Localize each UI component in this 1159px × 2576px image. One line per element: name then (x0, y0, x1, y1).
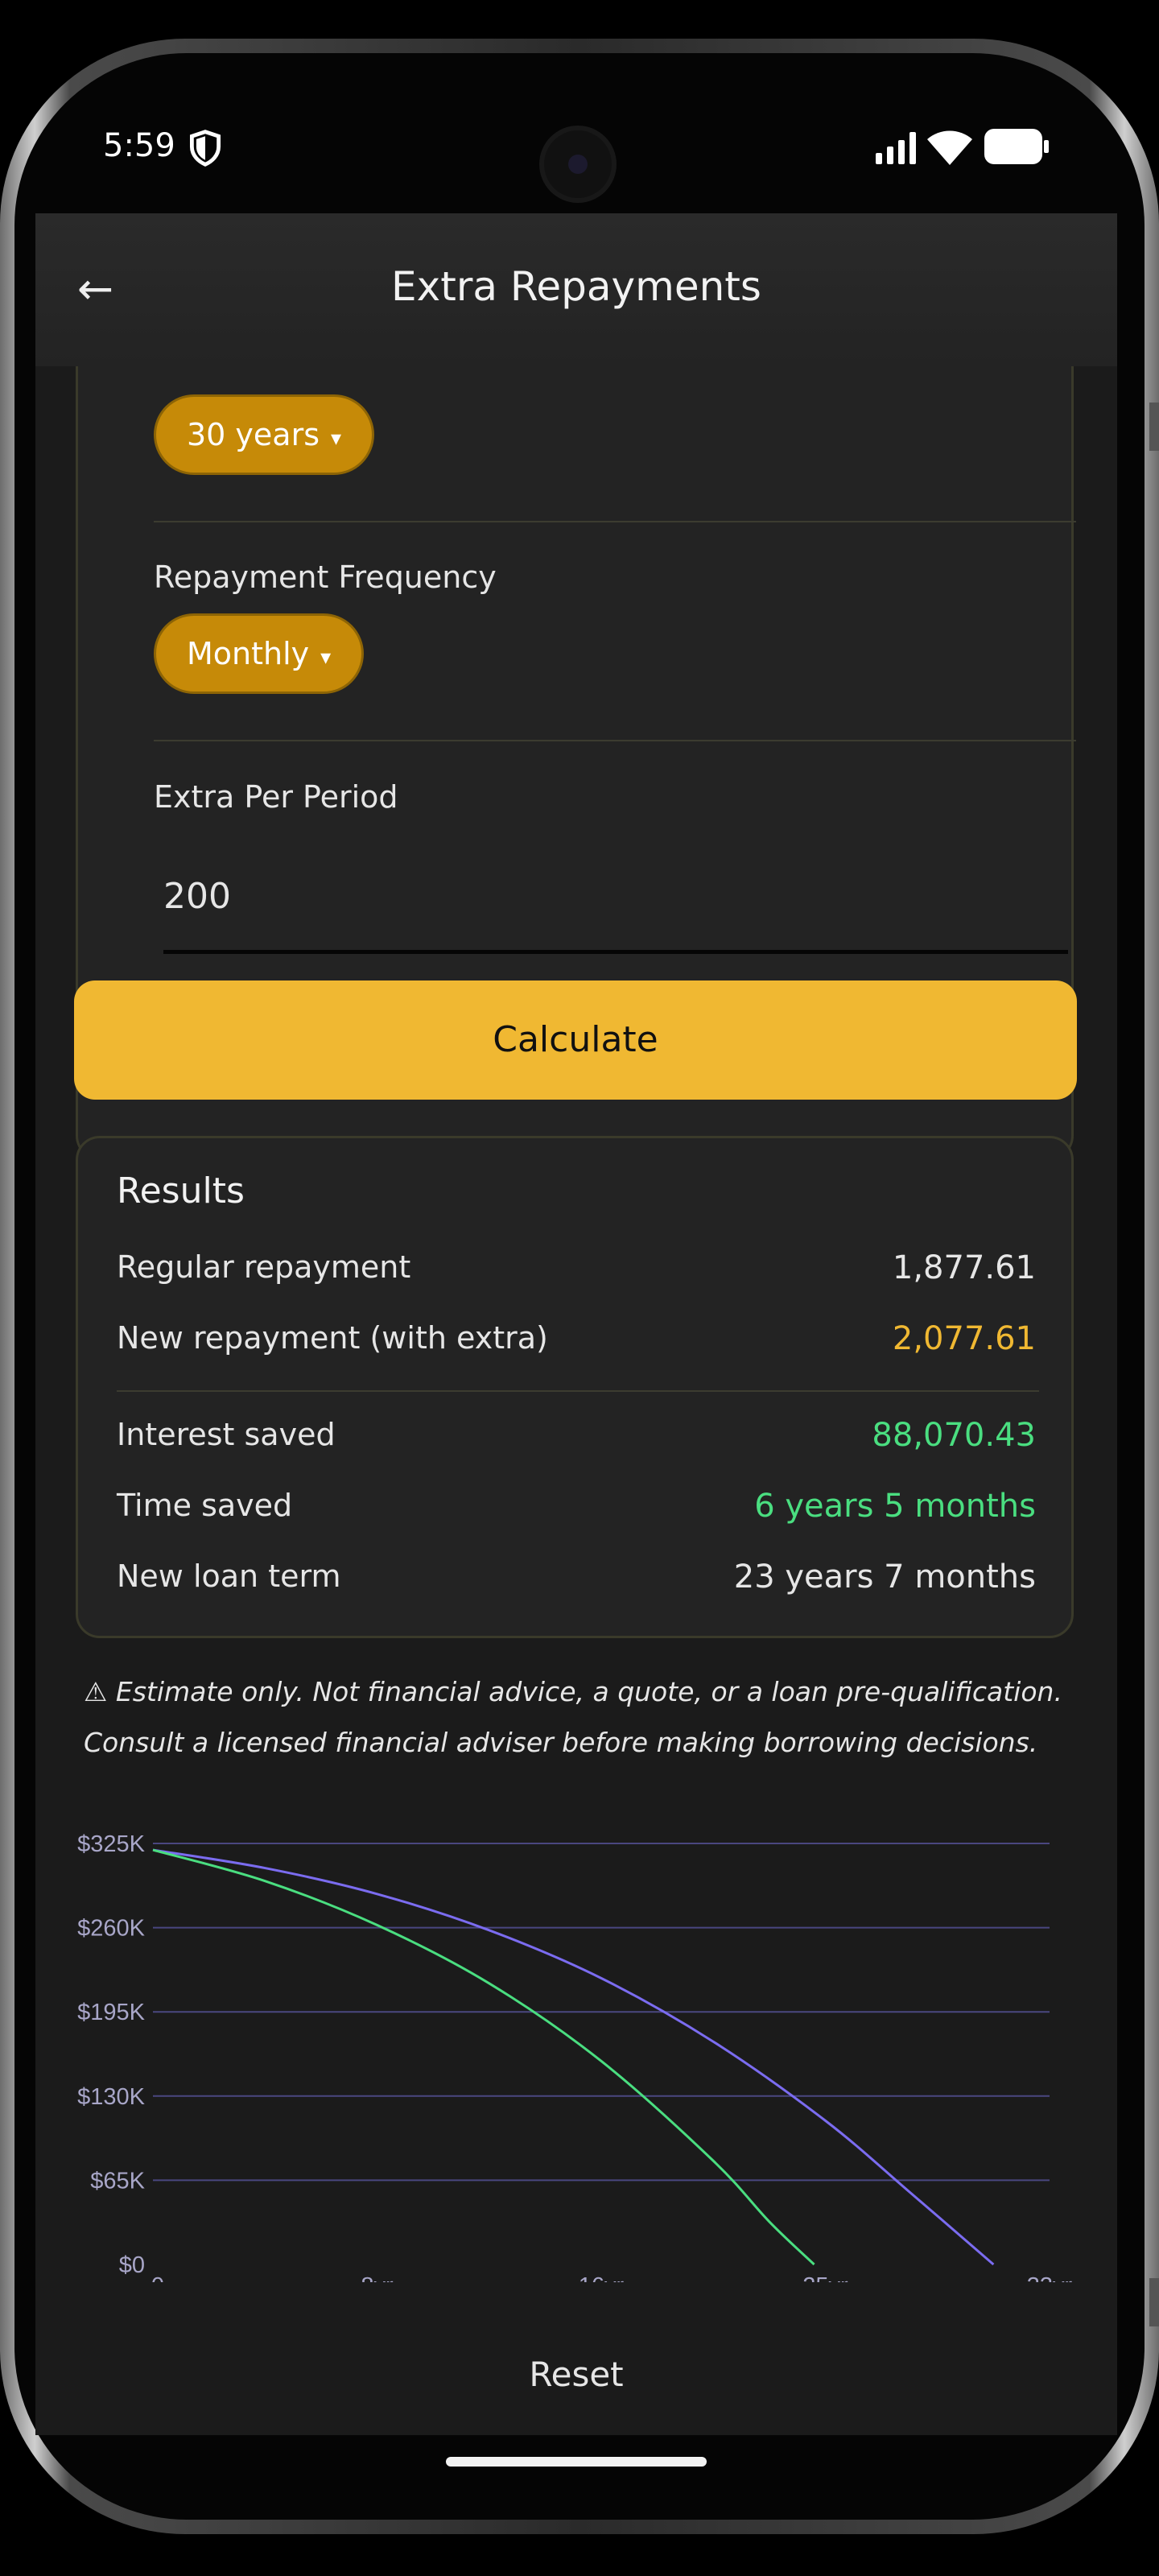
interest-saved-value: 88,070.43 (872, 1417, 1036, 1454)
loan-balance-chart: $325K $260K $195K $130K $65K $0 0 8yr 16yr 25yr 33… (77, 1831, 1073, 2282)
disclaimer: ⚠ Estimate only. Not financial advice, a… (84, 1666, 1074, 1768)
new-loan-term-label: New loan term (117, 1558, 341, 1594)
home-indicator (446, 2457, 707, 2467)
shield-icon (189, 130, 221, 167)
loan-term-value: 30 years (187, 417, 320, 452)
side-button (1149, 402, 1159, 451)
time-saved-value: 6 years 5 months (754, 1488, 1036, 1525)
y-tick-label: $195K (77, 2000, 146, 2025)
signal-icon (876, 132, 916, 164)
regular-repayment-value: 1,877.61 (892, 1249, 1036, 1286)
x-tick-label: 0 (151, 2273, 164, 2282)
loan-term-dropdown[interactable]: 30 years ▾ (154, 394, 375, 475)
extra-per-period-value[interactable]: 200 (163, 876, 231, 917)
time-saved-label: Time saved (117, 1488, 293, 1523)
y-tick-label: $260K (77, 1916, 146, 1942)
status-time: 5:59 (103, 127, 175, 164)
new-loan-term-value: 23 years 7 months (733, 1558, 1036, 1596)
new-repayment-label: New repayment (with extra) (117, 1320, 548, 1356)
app-screen: 30 years ▾ Repayment Frequency Monthly ▾ E… (35, 213, 1117, 2435)
app-bar: ← Extra Repayments (35, 213, 1117, 366)
status-bar: 5:59 (0, 0, 1159, 213)
y-tick-label: $325K (77, 1831, 146, 1857)
regular-repayment-label: Regular repayment (117, 1249, 411, 1285)
x-tick-label: 16yr (579, 2273, 625, 2282)
front-camera (544, 130, 612, 198)
side-button (1149, 2278, 1159, 2326)
frequency-label: Repayment Frequency (154, 559, 497, 595)
wifi-icon (927, 130, 972, 165)
disclaimer-line-1: ⚠ Estimate only. Not financial advice, a… (84, 1676, 1062, 1707)
series-line-0 (152, 1848, 995, 2266)
y-tick-label: $130K (77, 2084, 146, 2110)
frequency-value: Monthly (187, 636, 310, 671)
divider (117, 1390, 1039, 1392)
y-tick-label: $65K (90, 2168, 145, 2194)
divider (154, 521, 1076, 522)
x-tick-label: 25yr (802, 2273, 848, 2282)
frequency-dropdown[interactable]: Monthly ▾ (154, 613, 365, 694)
series-line-1 (152, 1848, 815, 2266)
battery-icon (984, 129, 1049, 164)
new-repayment-value: 2,077.61 (892, 1320, 1036, 1357)
divider (154, 740, 1076, 741)
input-underline (163, 950, 1068, 954)
reset-button[interactable]: Reset (35, 2355, 1117, 2394)
calculate-button[interactable]: Calculate (74, 980, 1077, 1100)
y-tick-label: $0 (119, 2252, 145, 2278)
interest-saved-label: Interest saved (117, 1417, 336, 1452)
x-tick-label: 8yr (361, 2273, 394, 2282)
results-card: Results Regular repayment 1,877.61 New r… (76, 1136, 1074, 1638)
page-title: Extra Repayments (391, 263, 761, 310)
disclaimer-line-2: Consult a licensed financial adviser bef… (84, 1727, 1038, 1758)
extra-per-period-label: Extra Per Period (154, 779, 398, 815)
results-title: Results (117, 1170, 245, 1212)
chevron-down-icon: ▾ (320, 646, 332, 670)
x-tick-label: 33yr (1027, 2273, 1073, 2282)
chevron-down-icon: ▾ (331, 427, 342, 451)
